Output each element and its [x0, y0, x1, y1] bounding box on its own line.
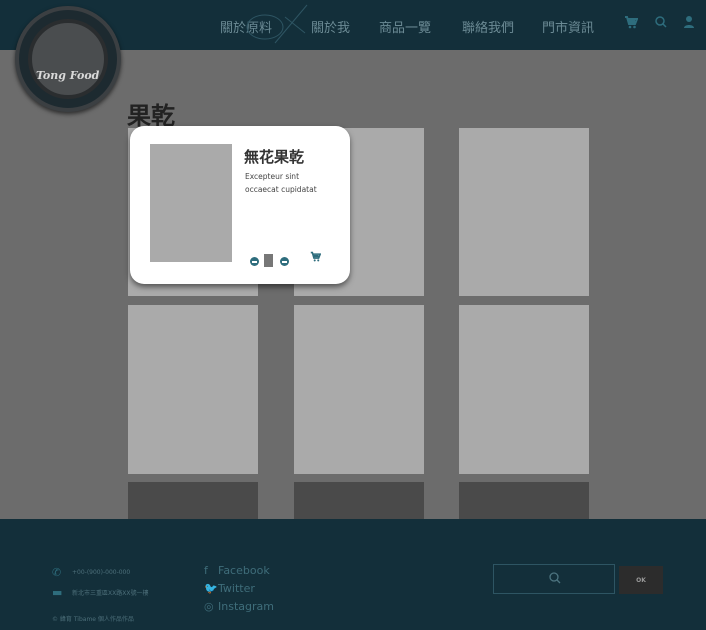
- store-icon: ▬: [52, 586, 63, 599]
- increase-quantity-button[interactable]: [280, 257, 289, 266]
- product-card[interactable]: [459, 305, 589, 474]
- twitter-icon: 🐦: [204, 582, 218, 595]
- product-description: Excepteur sint occaecat cupidatat: [245, 172, 317, 194]
- product-popup: 無花果乾 Excepteur sint occaecat cupidatat: [130, 126, 350, 284]
- product-card[interactable]: [294, 305, 424, 474]
- add-to-cart-icon[interactable]: [310, 251, 322, 265]
- search-icon[interactable]: [654, 14, 667, 33]
- product-card[interactable]: [128, 482, 258, 519]
- quantity-input[interactable]: [264, 254, 273, 267]
- ok-button[interactable]: OK: [619, 566, 663, 594]
- site-logo[interactable]: Tong Food: [15, 6, 121, 112]
- nav-about-me[interactable]: 關於我: [311, 17, 350, 36]
- nav-products[interactable]: 商品一覽: [379, 17, 431, 36]
- nav-decoration: [246, 4, 308, 44]
- logo-text: Tong Food: [36, 69, 100, 82]
- product-image: [150, 144, 232, 262]
- phone-text: +00-(900)-000-000: [72, 569, 131, 576]
- decrease-quantity-button[interactable]: [250, 257, 259, 266]
- instagram-icon: ◎: [204, 600, 214, 613]
- nav-contact[interactable]: 聯絡我們: [462, 17, 514, 36]
- product-card[interactable]: [459, 128, 589, 296]
- user-icon[interactable]: [683, 14, 695, 33]
- instagram-link[interactable]: ◎ Instagram: [204, 600, 274, 613]
- cart-icon[interactable]: [624, 14, 639, 33]
- address-text: 新北市三重區XX路XX號一樓: [72, 590, 149, 597]
- footer-copyright: © 緯育 Tibame 個人作品作品: [52, 616, 134, 623]
- product-card[interactable]: [128, 305, 258, 474]
- product-card[interactable]: [459, 482, 589, 519]
- twitter-link[interactable]: 🐦Twitter: [204, 582, 255, 595]
- search-icon: [548, 571, 561, 589]
- product-card[interactable]: [294, 482, 424, 519]
- footer-phone: ✆ +00-(900)-000-000: [52, 566, 130, 579]
- facebook-link[interactable]: f Facebook: [204, 564, 270, 577]
- phone-icon: ✆: [52, 566, 62, 579]
- product-title: 無花果乾: [244, 148, 305, 166]
- nav-stores[interactable]: 門市資訊: [542, 17, 594, 36]
- logo-badge: Tong Food: [28, 19, 108, 99]
- facebook-icon: f: [204, 564, 208, 577]
- footer-search-input[interactable]: [493, 564, 615, 594]
- footer-address: ▬ 新北市三重區XX路XX號一樓: [52, 586, 148, 599]
